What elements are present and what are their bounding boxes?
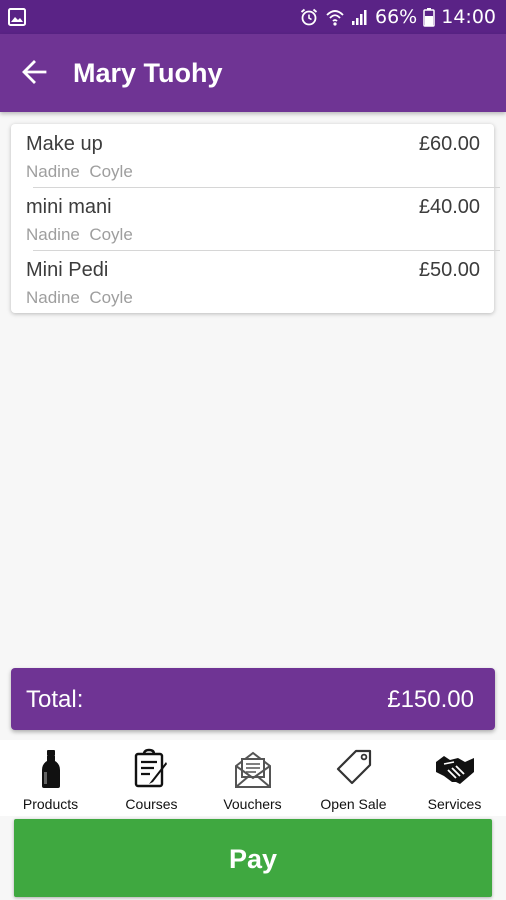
status-bar: 66% 14:00 [0,0,506,34]
gallery-icon [8,8,26,26]
nav-label: Products [22,796,79,812]
nav-open-sale[interactable]: Open Sale [303,740,404,816]
alarm-icon [299,7,319,27]
item-price: £40.00 [418,196,480,218]
back-button[interactable] [14,54,54,94]
nav-label: Vouchers [223,796,282,812]
item-staff: Nadine Coyle [26,225,133,244]
nav-products[interactable]: Products [0,740,101,816]
signal-icon [351,8,369,26]
pay-button-label: Pay [228,844,278,874]
total-label: Total: [26,686,84,713]
nav-courses[interactable]: Courses [101,740,202,816]
back-arrow-icon [21,59,47,90]
app-bar: Mary Tuohy [0,34,506,112]
total-bar: Total: £150.00 [11,668,495,730]
nav-label: Services [427,796,482,812]
item-price: £50.00 [418,259,480,281]
page-title: Mary Tuohy [73,58,223,88]
item-staff: Nadine Coyle [26,162,133,181]
battery-percent: 66% [375,6,418,28]
envelope-letter-icon [233,748,273,795]
item-price: £60.00 [418,133,480,155]
list-item[interactable]: Make up £60.00 Nadine Coyle [11,124,494,187]
nav-label: Courses [125,796,178,812]
nav-label: Open Sale [320,796,387,812]
item-name: mini mani [26,196,112,218]
list-item[interactable]: Mini Pedi £50.00 Nadine Coyle [11,250,494,313]
bottom-nav: Products Courses Vouchers Open Sale Serv… [0,740,506,816]
wifi-icon [325,7,345,27]
bottle-icon [31,748,71,795]
total-value: £150.00 [387,686,474,713]
clipboard-pencil-icon [132,748,172,795]
nav-vouchers[interactable]: Vouchers [202,740,303,816]
nav-services[interactable]: Services [404,740,505,816]
item-staff: Nadine Coyle [26,288,133,307]
status-time: 14:00 [441,6,496,28]
price-tag-icon [334,748,374,795]
basket-items-card: Make up £60.00 Nadine Coyle mini mani £4… [11,124,500,313]
handshake-icon [434,748,476,795]
item-name: Make up [26,133,103,155]
battery-icon [423,7,435,27]
item-name: Mini Pedi [26,259,109,281]
pay-button[interactable]: Pay [14,819,492,897]
list-item[interactable]: mini mani £40.00 Nadine Coyle [11,187,494,250]
